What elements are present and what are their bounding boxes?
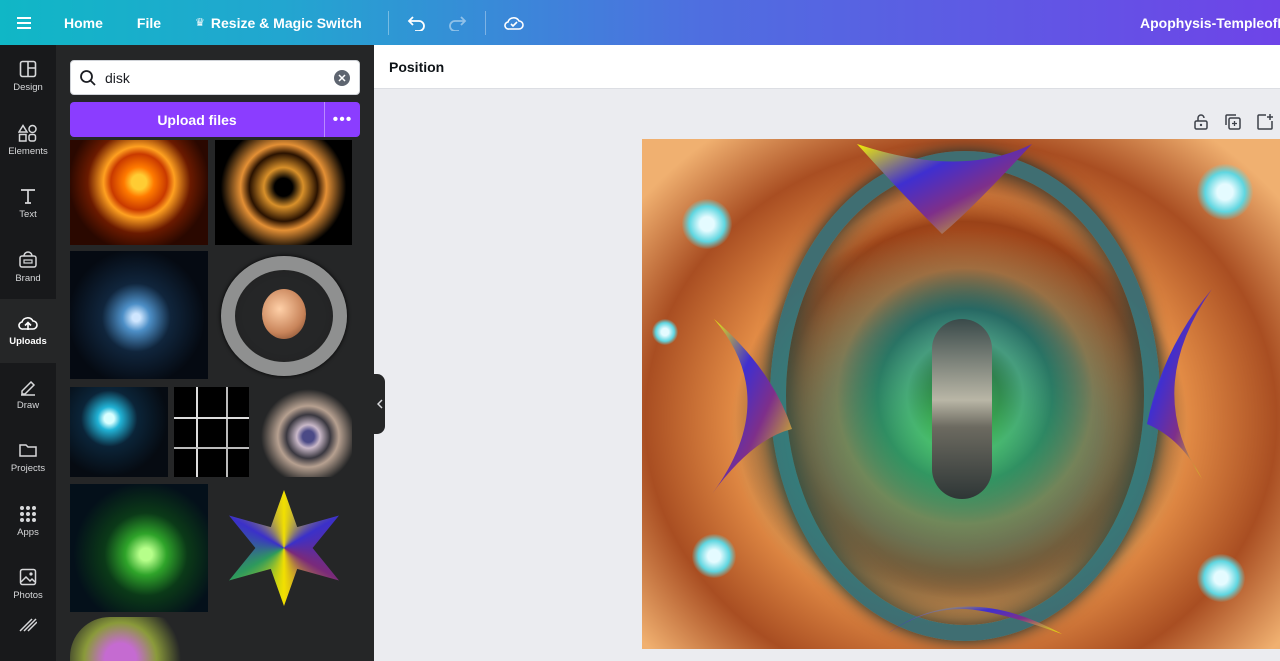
image-icon bbox=[19, 569, 37, 586]
rail-label: Uploads bbox=[9, 336, 47, 348]
home-button[interactable]: Home bbox=[48, 0, 121, 45]
rail-label: Projects bbox=[10, 463, 46, 475]
rail-item-text[interactable]: Text bbox=[0, 172, 56, 236]
cloud-check-icon bbox=[504, 16, 524, 30]
rail-item-brand[interactable]: Brand bbox=[0, 236, 56, 300]
close-icon bbox=[338, 73, 346, 82]
duplicate-page-button[interactable] bbox=[1224, 113, 1242, 136]
upload-thumbnail[interactable] bbox=[70, 140, 208, 245]
rail-item-design[interactable]: Design bbox=[0, 45, 56, 109]
undo-button[interactable] bbox=[397, 0, 437, 45]
chevron-left-icon bbox=[376, 399, 383, 409]
cloud-upload-icon bbox=[18, 317, 38, 331]
add-page-button[interactable] bbox=[1256, 113, 1274, 136]
clear-search-button[interactable] bbox=[334, 69, 350, 86]
rail-label: Draw bbox=[16, 399, 40, 411]
resize-label: Resize & Magic Switch bbox=[210, 14, 362, 31]
folder-icon bbox=[19, 444, 37, 457]
rail-item-draw[interactable]: Draw bbox=[0, 363, 56, 427]
toolbar-divider bbox=[484, 10, 486, 35]
collapse-panel-button[interactable] bbox=[374, 374, 385, 434]
design-canvas[interactable] bbox=[642, 139, 1280, 649]
pattern-icon bbox=[19, 617, 37, 632]
rail-label: Elements bbox=[8, 145, 48, 157]
text-icon bbox=[21, 189, 35, 205]
lock-page-button[interactable] bbox=[1192, 113, 1210, 136]
rail-label: Text bbox=[19, 209, 37, 221]
uploads-panel: disk Upload files ••• bbox=[56, 45, 374, 661]
upload-thumbnail[interactable] bbox=[215, 251, 352, 379]
bokeh-orb bbox=[1197, 554, 1245, 602]
brand-icon bbox=[19, 251, 37, 268]
shapes-icon bbox=[18, 123, 37, 142]
upload-thumbnail[interactable] bbox=[255, 387, 352, 477]
apps-grid-icon bbox=[20, 505, 36, 522]
resize-magic-switch-button[interactable]: ♛ Resize & Magic Switch bbox=[179, 0, 380, 45]
pen-icon bbox=[21, 380, 36, 396]
rail-item-projects[interactable]: Projects bbox=[0, 426, 56, 490]
more-upload-options-button[interactable]: ••• bbox=[324, 102, 360, 137]
rail-label: Apps bbox=[17, 526, 39, 538]
upload-thumbnail[interactable] bbox=[70, 484, 208, 612]
search-icon bbox=[71, 69, 105, 87]
page-tools bbox=[1192, 113, 1274, 136]
unlock-icon bbox=[1194, 114, 1208, 130]
top-bar: Home File ♛ Resize & Magic Switch Apophy… bbox=[0, 0, 1280, 45]
upload-thumbnail[interactable] bbox=[70, 251, 208, 379]
rail-item-elements[interactable]: Elements bbox=[0, 109, 56, 173]
orb-artwork bbox=[262, 289, 306, 339]
search-input[interactable]: disk bbox=[105, 70, 334, 86]
upload-thumbnail[interactable] bbox=[215, 140, 352, 245]
file-menu-button[interactable]: File bbox=[121, 0, 179, 45]
upload-files-button[interactable]: Upload files bbox=[70, 102, 324, 137]
context-toolbar: Position bbox=[374, 45, 1280, 89]
rail-item-uploads[interactable]: Uploads bbox=[0, 299, 56, 363]
hamburger-menu-button[interactable] bbox=[0, 0, 48, 45]
upload-thumbnail[interactable] bbox=[174, 387, 249, 477]
bokeh-orb bbox=[1197, 164, 1253, 220]
crown-icon: ♛ bbox=[195, 17, 205, 29]
add-page-icon bbox=[1257, 114, 1273, 130]
rail-label: Brand bbox=[15, 272, 41, 284]
left-navigation-rail: Design Elements Text Brand Uploads Draw … bbox=[0, 45, 56, 661]
rail-item-more[interactable] bbox=[0, 617, 56, 637]
rail-label: Photos bbox=[13, 590, 43, 602]
redo-button[interactable] bbox=[437, 0, 477, 45]
menu-icon bbox=[17, 16, 31, 29]
copy-icon bbox=[1225, 114, 1241, 130]
document-title[interactable]: Apophysis-TempleofRo bbox=[1140, 0, 1280, 45]
bokeh-orb bbox=[692, 534, 736, 578]
upload-thumbnail[interactable] bbox=[215, 484, 352, 612]
star-artwork bbox=[229, 490, 339, 606]
upload-files-button-group: Upload files ••• bbox=[70, 102, 360, 137]
bokeh-orb bbox=[652, 319, 678, 345]
redo-icon bbox=[449, 15, 467, 31]
rail-item-apps[interactable]: Apps bbox=[0, 490, 56, 554]
central-figure-artwork bbox=[932, 319, 992, 499]
toolbar-divider bbox=[387, 10, 389, 35]
upload-thumbnail[interactable] bbox=[70, 387, 168, 477]
search-box[interactable]: disk bbox=[70, 60, 360, 95]
rail-label: Design bbox=[13, 82, 43, 94]
cloud-save-status-button[interactable] bbox=[494, 0, 534, 45]
bokeh-orb bbox=[682, 199, 732, 249]
undo-icon bbox=[407, 15, 425, 31]
rail-item-photos[interactable]: Photos bbox=[0, 553, 56, 617]
position-button[interactable]: Position bbox=[389, 59, 444, 75]
upload-thumbnail[interactable] bbox=[70, 617, 196, 661]
layout-icon bbox=[19, 60, 37, 78]
